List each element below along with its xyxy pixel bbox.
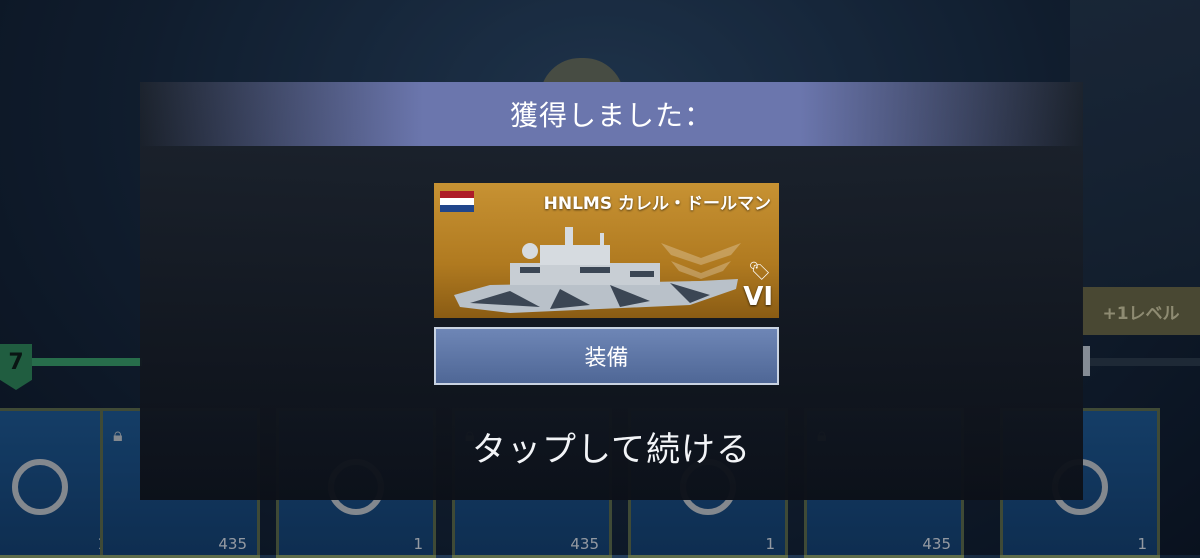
ship-reward-card: HNLMS カレル・ドールマン 🏷︎ VI bbox=[434, 183, 779, 318]
ship-image bbox=[454, 227, 738, 313]
ship-name: HNLMS カレル・ドールマン bbox=[543, 194, 771, 214]
tap-to-continue[interactable]: タップして続ける bbox=[140, 422, 1083, 471]
dialog-title: 獲得しました： bbox=[140, 82, 1083, 146]
equip-button[interactable]: 装備 bbox=[434, 327, 779, 385]
netherlands-flag-icon bbox=[440, 191, 474, 212]
tag-icon: 🏷︎ bbox=[748, 261, 771, 282]
reward-dialog[interactable]: 獲得しました： HNLMS カレル・ドールマン 🏷︎ VI 装備 タップして続け… bbox=[140, 82, 1083, 500]
ship-tier: VI bbox=[743, 282, 773, 312]
